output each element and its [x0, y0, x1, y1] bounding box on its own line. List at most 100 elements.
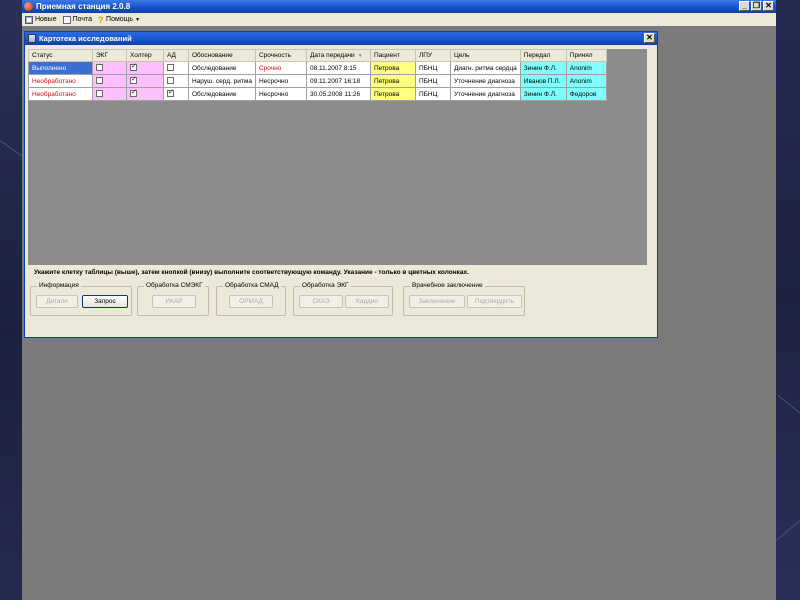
patient-cell[interactable]: Петрова — [369, 87, 416, 101]
date-cell[interactable]: 09.11.2007 16:18 — [305, 74, 371, 88]
lpu-cell[interactable]: ПБНЦ — [414, 87, 451, 101]
table-header-row: Статус ЭКГ Холтер АД Обоснование Срочнос… — [28, 49, 607, 62]
receiver-cell[interactable]: Anonim — [565, 61, 607, 75]
sender-cell[interactable]: Зинин Ф.Л. — [519, 61, 567, 75]
minimize-button[interactable]: _ — [739, 1, 750, 11]
column-header[interactable]: ЭКГ — [92, 49, 127, 62]
column-header[interactable]: Обоснование — [188, 49, 256, 62]
group-smad: Обработка СМАД ОРМАД — [216, 282, 286, 316]
checkbox[interactable] — [167, 89, 174, 98]
records-titlebar[interactable]: Картотека исследований ✕ — [25, 32, 657, 45]
column-header[interactable]: Статус — [28, 49, 93, 62]
holter-cell[interactable] — [126, 87, 164, 101]
column-header[interactable]: Принял — [565, 49, 607, 62]
menu-label: Почта — [72, 16, 93, 23]
records-table: Статус ЭКГ Холтер АД Обоснование Срочнос… — [28, 49, 607, 101]
checkbox[interactable] — [167, 64, 174, 72]
menu-help[interactable]: ? Помощь ▼ — [98, 14, 140, 25]
app-titlebar[interactable]: Приемная станция 2.0.8 _ ❐ ✕ — [22, 0, 776, 13]
group-smekg: Обработка СМЭКГ ИКАР — [137, 282, 209, 316]
ad-cell[interactable] — [163, 61, 189, 75]
checkbox[interactable] — [130, 76, 137, 85]
group-legend: Обработка СМЭКГ — [144, 282, 205, 289]
group-info: Информация Детали Запрос — [30, 282, 132, 316]
table-row[interactable]: Необработано Наруш. серд. ритмаНесрочно09… — [28, 74, 607, 88]
window-doc-icon — [28, 34, 36, 43]
details-button[interactable]: Детали — [36, 295, 78, 308]
app-window: Приемная станция 2.0.8 _ ❐ ✕ Новые Почта… — [22, 0, 776, 600]
checkbox[interactable] — [130, 89, 137, 98]
kardio-button[interactable]: Кардио — [345, 295, 389, 308]
sort-down-icon: ▼ — [357, 53, 363, 59]
ad-cell[interactable] — [163, 74, 189, 88]
date-cell[interactable]: 08.11.2007 8:15 — [305, 61, 371, 75]
lpu-cell[interactable]: ПБНЦ — [414, 74, 451, 88]
group-legend: Врачебное заключение — [410, 282, 485, 289]
column-header[interactable]: АД — [163, 49, 189, 62]
column-header-label: Дата передачи — [309, 52, 355, 59]
help-icon: ? — [98, 14, 104, 25]
records-close-button[interactable]: ✕ — [644, 33, 655, 43]
close-button[interactable]: ✕ — [763, 1, 774, 11]
column-header[interactable]: Передал — [519, 49, 567, 62]
ikar-button[interactable]: ИКАР — [152, 295, 196, 308]
sender-cell[interactable]: Зинин Ф.Л. — [519, 87, 567, 101]
ekg-cell[interactable] — [92, 74, 127, 88]
menu-new[interactable]: Новые — [25, 15, 57, 24]
app-title: Приемная станция 2.0.8 — [36, 2, 131, 11]
urgency-cell[interactable]: Несрочно — [254, 87, 307, 101]
date-cell[interactable]: 30.05.2008 11:26 — [305, 87, 371, 101]
ad-cell[interactable] — [163, 87, 189, 101]
menubar: Новые Почта ? Помощь ▼ — [22, 13, 776, 26]
patient-cell[interactable]: Петрова — [369, 74, 416, 88]
sender-cell[interactable]: Иванов П.Л. — [519, 74, 567, 88]
status-cell[interactable]: Необработано — [28, 87, 93, 101]
holter-cell[interactable] — [126, 74, 164, 88]
column-header[interactable]: Цель — [449, 49, 521, 62]
reason-cell[interactable]: Наруш. серд. ритма — [188, 74, 256, 88]
checkbox[interactable] — [96, 77, 103, 85]
goal-cell[interactable]: Диагн. ритма сердца — [449, 61, 521, 75]
ormad-button[interactable]: ОРМАД — [229, 295, 273, 308]
conclusion-button[interactable]: Заключение — [409, 295, 465, 308]
records-window: Картотека исследований ✕ Статус ЭКГ Холт… — [24, 31, 658, 338]
checkbox[interactable] — [96, 64, 103, 72]
receiver-cell[interactable]: Федоров — [565, 87, 607, 101]
request-button[interactable]: Запрос — [82, 295, 128, 308]
reason-cell[interactable]: Обследование — [188, 87, 256, 101]
status-cell[interactable]: Выполнено — [28, 61, 93, 75]
slide-left-border — [0, 0, 22, 600]
checkbox[interactable] — [167, 77, 174, 85]
holter-cell[interactable] — [126, 61, 164, 75]
receiver-cell[interactable]: Anonim — [565, 74, 607, 88]
table-row[interactable]: Необработано ОбследованиеНесрочно30.05.20… — [28, 87, 607, 101]
checkbox[interactable] — [96, 90, 103, 98]
column-header[interactable]: Холтер — [126, 49, 164, 62]
menu-label: Новые — [35, 16, 57, 23]
group-legend: Обработка ЭКГ — [300, 282, 351, 289]
table-row[interactable]: Выполнено ОбследованиеСрочно08.11.2007 8:… — [28, 61, 607, 75]
goal-cell[interactable]: Уточнение диагноза — [449, 74, 521, 88]
column-header[interactable]: ЛПУ — [414, 49, 451, 62]
patient-cell[interactable]: Петрова — [369, 61, 416, 75]
confirm-button[interactable]: Подтвердить — [467, 295, 522, 308]
records-title: Картотека исследований — [39, 34, 132, 43]
restore-button[interactable]: ❐ — [751, 1, 762, 11]
checkbox[interactable] — [130, 63, 137, 72]
skae-button[interactable]: СКАЭ — [299, 295, 343, 308]
group-ekg: Обработка ЭКГ СКАЭ Кардио — [293, 282, 393, 316]
ekg-cell[interactable] — [92, 61, 127, 75]
column-header[interactable]: Пациент — [369, 49, 416, 62]
goal-cell[interactable]: Уточнение диагноза — [449, 87, 521, 101]
urgency-cell[interactable]: Несрочно — [254, 74, 307, 88]
menu-label: Помощь — [106, 16, 134, 23]
urgency-cell[interactable]: Срочно — [254, 61, 307, 75]
new-icon — [25, 15, 33, 24]
lpu-cell[interactable]: ПБНЦ — [414, 61, 451, 75]
status-cell[interactable]: Необработано — [28, 74, 93, 88]
menu-mail[interactable]: Почта — [62, 15, 93, 24]
column-header-sorted[interactable]: Дата передачи ▼ — [305, 49, 371, 62]
reason-cell[interactable]: Обследование — [188, 61, 256, 75]
column-header[interactable]: Срочность — [254, 49, 307, 62]
ekg-cell[interactable] — [92, 87, 127, 101]
